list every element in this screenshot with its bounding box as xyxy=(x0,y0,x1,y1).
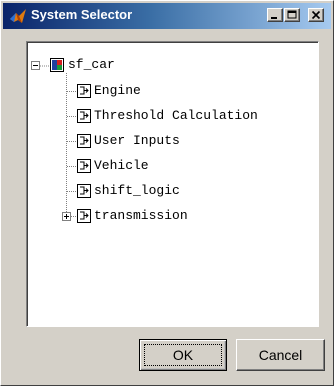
subsystem-icon xyxy=(77,134,91,148)
maximize-button[interactable] xyxy=(284,8,300,22)
subsystem-icon xyxy=(77,84,91,98)
system-tree[interactable]: sf_car Engine Threshold Calculation User… xyxy=(26,41,319,327)
close-icon xyxy=(311,10,321,20)
close-button[interactable] xyxy=(308,8,324,22)
tree-root-label: sf_car xyxy=(68,57,115,72)
cancel-button[interactable]: Cancel xyxy=(236,339,325,371)
model-icon xyxy=(50,58,64,72)
subsystem-icon xyxy=(77,209,91,223)
title-bar[interactable]: System Selector xyxy=(3,3,331,29)
tree-item-label: User Inputs xyxy=(94,133,180,148)
tree-item-label: Threshold Calculation xyxy=(94,108,258,123)
expand-transmission-toggle[interactable] xyxy=(62,212,71,221)
minus-icon xyxy=(33,65,38,66)
window-title: System Selector xyxy=(31,7,133,22)
maximize-icon xyxy=(287,10,297,19)
ok-button-label: OK xyxy=(172,347,194,363)
collapse-sf-car-toggle[interactable] xyxy=(31,61,40,70)
plus-icon xyxy=(64,214,69,219)
minimize-button[interactable] xyxy=(267,8,283,22)
tree-item-label: Vehicle xyxy=(94,158,149,173)
ok-button[interactable]: OK xyxy=(139,339,227,371)
tree-item-label: transmission xyxy=(94,208,188,223)
minimize-icon xyxy=(271,17,277,19)
matlab-logo-icon xyxy=(9,7,27,25)
subsystem-icon xyxy=(77,159,91,173)
cancel-button-label: Cancel xyxy=(258,347,303,363)
system-selector-window: System Selector sf_car Engine Threshold … xyxy=(0,0,334,386)
subsystem-icon xyxy=(77,109,91,123)
subsystem-icon xyxy=(77,184,91,198)
tree-item-label: shift_logic xyxy=(94,183,180,198)
tree-item-label: Engine xyxy=(94,83,141,98)
